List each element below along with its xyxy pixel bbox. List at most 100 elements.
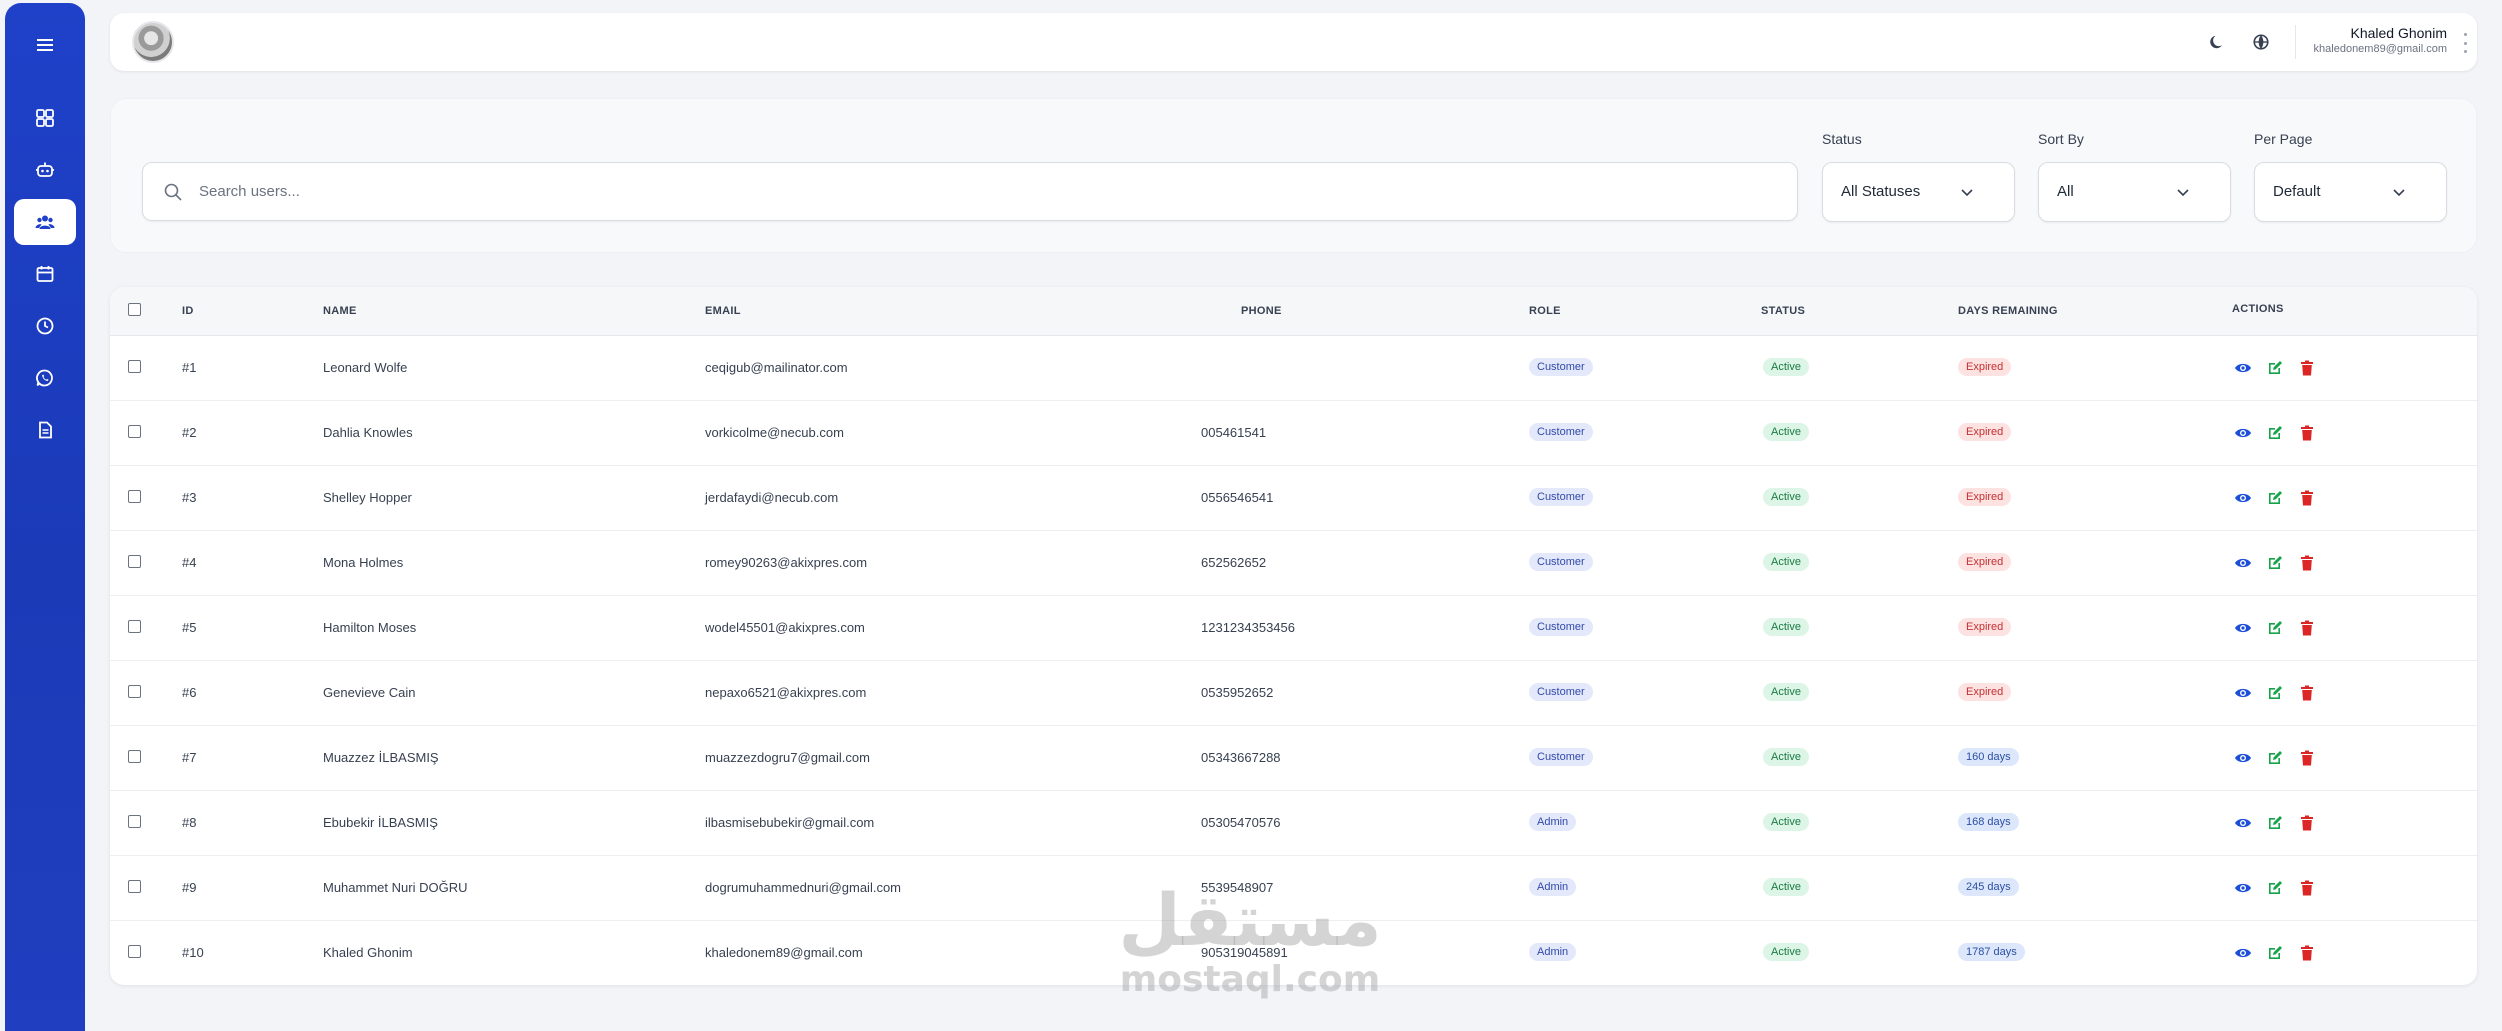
delete-user-button[interactable] (2298, 879, 2316, 897)
delete-user-button[interactable] (2298, 814, 2316, 832)
eye-icon (2234, 493, 2252, 511)
delete-user-button[interactable] (2298, 424, 2316, 442)
more-options-icon[interactable] (2461, 33, 2469, 53)
table-row: #2 Dahlia Knowles vorkicolme@necub.com 0054… (110, 401, 2477, 466)
row-checkbox[interactable] (128, 620, 141, 633)
table-row: #8 Ebubekir İLBASMIŞ ilbasmisebubekir@gmai… (110, 791, 2477, 856)
status-badge: Active (1763, 748, 1809, 766)
view-user-button[interactable] (2234, 359, 2252, 377)
view-user-button[interactable] (2234, 879, 2252, 897)
days-remaining-badge: Expired (1958, 618, 2012, 636)
days-remaining-badge: Expired (1958, 488, 2012, 506)
trash-icon (2298, 685, 2316, 706)
cell-id: #7 (182, 750, 197, 765)
search-input[interactable] (199, 163, 1779, 220)
cell-id: #3 (182, 490, 197, 505)
cell-phone: 1231234353456 (1201, 620, 1295, 635)
row-checkbox[interactable] (128, 815, 141, 828)
status-badge: Active (1763, 878, 1809, 896)
role-badge: Customer (1529, 358, 1593, 376)
user-name: Khaled Ghonim (2350, 25, 2447, 41)
delete-user-button[interactable] (2298, 944, 2316, 962)
delete-user-button[interactable] (2298, 749, 2316, 767)
eye-icon (2234, 883, 2252, 901)
cell-name: Mona Holmes (323, 555, 404, 570)
language-button[interactable] (2250, 31, 2272, 53)
edit-user-button[interactable] (2266, 879, 2284, 897)
role-badge: Customer (1529, 748, 1593, 766)
eye-icon (2234, 363, 2252, 381)
view-user-button[interactable] (2234, 814, 2252, 832)
view-user-button[interactable] (2234, 619, 2252, 637)
header-actions: ACTIONS (2232, 303, 2284, 315)
trash-icon (2298, 815, 2316, 836)
chevron-down-icon (1961, 189, 1973, 197)
cell-name: Dahlia Knowles (323, 425, 413, 440)
sidebar-item-dashboard[interactable] (14, 95, 76, 141)
sidebar-item-bot[interactable] (14, 147, 76, 193)
cell-name: Genevieve Cain (323, 685, 416, 700)
trash-icon (2298, 425, 2316, 446)
edit-user-button[interactable] (2266, 359, 2284, 377)
role-badge: Customer (1529, 618, 1593, 636)
cell-phone: 0556546541 (1201, 490, 1274, 505)
row-checkbox[interactable] (128, 880, 141, 893)
delete-user-button[interactable] (2298, 684, 2316, 702)
view-user-button[interactable] (2234, 749, 2252, 767)
delete-user-button[interactable] (2298, 619, 2316, 637)
row-checkbox[interactable] (128, 490, 141, 503)
edit-icon (2266, 686, 2284, 706)
edit-user-button[interactable] (2266, 554, 2284, 572)
status-badge: Active (1763, 813, 1809, 831)
sort-filter-select[interactable]: All (2038, 162, 2231, 222)
header-role: ROLE (1529, 305, 1561, 317)
view-user-button[interactable] (2234, 944, 2252, 962)
view-user-button[interactable] (2234, 554, 2252, 572)
per-page-select[interactable]: Default (2254, 162, 2447, 222)
status-badge: Active (1763, 943, 1809, 961)
trash-icon (2298, 750, 2316, 771)
delete-user-button[interactable] (2298, 359, 2316, 377)
cell-email: vorkicolme@necub.com (705, 425, 844, 440)
row-checkbox[interactable] (128, 685, 141, 698)
status-filter-select[interactable]: All Statuses (1822, 162, 2015, 222)
table-row: #3 Shelley Hopper jerdafaydi@necub.com 0556… (110, 466, 2477, 531)
trash-icon (2298, 945, 2316, 966)
edit-user-button[interactable] (2266, 749, 2284, 767)
view-user-button[interactable] (2234, 489, 2252, 507)
row-checkbox[interactable] (128, 360, 141, 373)
select-all-checkbox[interactable] (128, 303, 141, 316)
sidebar-item-calendar[interactable] (14, 251, 76, 297)
edit-user-button[interactable] (2266, 619, 2284, 637)
table-row: #4 Mona Holmes romey90263@akixpres.com 6525… (110, 531, 2477, 596)
edit-user-button[interactable] (2266, 944, 2284, 962)
row-checkbox[interactable] (128, 425, 141, 438)
search-box[interactable] (142, 162, 1798, 221)
sidebar-item-history[interactable] (14, 303, 76, 349)
row-checkbox[interactable] (128, 555, 141, 568)
user-info[interactable]: Khaled Ghonim khaledonem89@gmail.com (2294, 25, 2447, 59)
clock-icon (36, 317, 54, 335)
table-header: ID NAME EMAIL PHONE ROLE STATUS DAYS REM… (110, 287, 2477, 336)
edit-icon (2266, 946, 2284, 966)
sidebar-item-users[interactable] (14, 199, 76, 245)
sidebar-item-whatsapp[interactable] (14, 355, 76, 401)
view-user-button[interactable] (2234, 684, 2252, 702)
delete-user-button[interactable] (2298, 489, 2316, 507)
theme-toggle-button[interactable] (2206, 31, 2228, 53)
cell-email: romey90263@akixpres.com (705, 555, 868, 570)
view-user-button[interactable] (2234, 424, 2252, 442)
edit-user-button[interactable] (2266, 424, 2284, 442)
cell-id: #5 (182, 620, 197, 635)
cell-name: Leonard Wolfe (323, 360, 408, 375)
edit-user-button[interactable] (2266, 814, 2284, 832)
delete-user-button[interactable] (2298, 554, 2316, 572)
row-checkbox[interactable] (128, 945, 141, 958)
row-checkbox[interactable] (128, 750, 141, 763)
sidebar-item-reports[interactable] (14, 407, 76, 453)
menu-toggle-button[interactable] (5, 25, 85, 65)
edit-user-button[interactable] (2266, 684, 2284, 702)
edit-user-button[interactable] (2266, 489, 2284, 507)
trash-icon (2298, 360, 2316, 381)
avatar[interactable] (132, 21, 174, 63)
